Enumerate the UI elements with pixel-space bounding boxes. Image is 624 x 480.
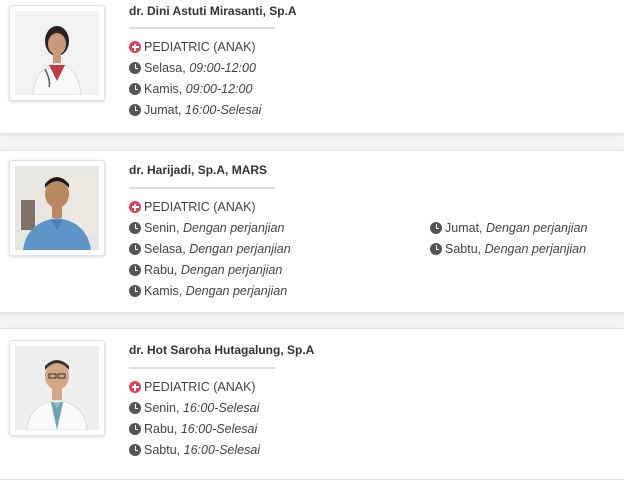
- schedule-item: Senin, 16:00-Selesai: [129, 401, 259, 415]
- schedule-time: Dengan perjanjian: [185, 284, 288, 298]
- specialty-label: PEDIATRIC (ANAK): [129, 380, 256, 394]
- schedule-time: 09:00-12:00: [189, 61, 256, 75]
- schedule-item: Sabtu, Dengan perjanjian: [430, 242, 586, 256]
- schedule-item: Sabtu, 16:00-Selesai: [129, 443, 260, 457]
- schedule-time: 16:00-Selesai: [185, 103, 262, 117]
- plus-circle-icon: [129, 381, 141, 393]
- schedule-day: Kamis,: [144, 82, 183, 96]
- schedule-day: Kamis,: [144, 284, 183, 298]
- name-divider: [129, 27, 275, 29]
- clock-icon: [129, 62, 141, 74]
- schedule-time: 16:00-Selesai: [183, 443, 261, 457]
- schedule-time: Dengan perjanjian: [484, 242, 587, 256]
- schedule-day: Rabu,: [144, 263, 178, 277]
- schedule-item: Rabu, 16:00-Selesai: [129, 422, 257, 436]
- name-divider: [129, 367, 275, 369]
- schedule-day: Senin,: [144, 221, 180, 235]
- plus-circle-icon: [129, 201, 141, 213]
- schedule-time: Dengan perjanjian: [180, 263, 283, 277]
- schedule-time: 16:00-Selesai: [182, 401, 260, 415]
- clock-icon: [430, 222, 442, 234]
- schedule-time: 16:00-Selesai: [180, 422, 258, 436]
- doctor-photo-frame: [9, 5, 105, 101]
- doctor-photo[interactable]: [15, 11, 99, 95]
- doctor-photo[interactable]: [15, 166, 99, 250]
- schedule-item: Selasa, Dengan perjanjian: [129, 242, 291, 256]
- schedule-item: Kamis, Dengan perjanjian: [129, 284, 287, 298]
- clock-icon: [129, 243, 141, 255]
- schedule-item: Selasa, 09:00-12:00: [129, 61, 256, 75]
- name-divider: [129, 187, 275, 189]
- doctor-card[interactable]: dr. Hot Saroha Hutagalung, Sp.A PEDIATRI…: [0, 328, 624, 480]
- schedule-day: Jumat,: [144, 103, 182, 117]
- schedule-item: Rabu, Dengan perjanjian: [129, 263, 282, 277]
- doctor-name[interactable]: dr. Harijadi, Sp.A, MARS: [129, 163, 267, 177]
- specialty-label: PEDIATRIC (ANAK): [129, 40, 256, 54]
- clock-icon: [129, 104, 141, 116]
- schedule-day: Selasa,: [144, 242, 186, 256]
- doctor-name[interactable]: dr. Dini Astuti Mirasanti, Sp.A: [129, 4, 297, 18]
- doctor-photo-frame: [9, 340, 105, 436]
- schedule-item: Jumat, 16:00-Selesai: [129, 103, 261, 117]
- doctor-card[interactable]: dr. Dini Astuti Mirasanti, Sp.A PEDIATRI…: [0, 0, 624, 134]
- schedule-item: Jumat, Dengan perjanjian: [430, 221, 587, 235]
- schedule-day: Jumat,: [445, 221, 483, 235]
- schedule-day: Sabtu,: [144, 443, 181, 457]
- clock-icon: [430, 243, 442, 255]
- clock-icon: [129, 423, 141, 435]
- clock-icon: [129, 285, 141, 297]
- clock-icon: [129, 444, 141, 456]
- schedule-day: Selasa,: [144, 61, 186, 75]
- schedule-time: Dengan perjanjian: [182, 221, 285, 235]
- doctor-photo-frame: [9, 160, 105, 256]
- schedule-day: Rabu,: [144, 422, 178, 436]
- schedule-time: Dengan perjanjian: [486, 221, 588, 235]
- doctor-name[interactable]: dr. Hot Saroha Hutagalung, Sp.A: [129, 343, 314, 357]
- schedule-item: Kamis, 09:00-12:00: [129, 82, 252, 96]
- schedule-day: Senin,: [144, 401, 180, 415]
- clock-icon: [129, 83, 141, 95]
- schedule-time: Dengan perjanjian: [189, 242, 291, 256]
- plus-circle-icon: [129, 41, 141, 53]
- specialty-label: PEDIATRIC (ANAK): [129, 200, 256, 214]
- specialty-text: PEDIATRIC (ANAK): [144, 200, 256, 214]
- specialty-text: PEDIATRIC (ANAK): [144, 40, 256, 54]
- clock-icon: [129, 264, 141, 276]
- schedule-day: Sabtu,: [445, 242, 482, 256]
- clock-icon: [129, 222, 141, 234]
- doctor-photo[interactable]: [15, 346, 99, 430]
- schedule-time: 09:00-12:00: [185, 82, 253, 96]
- clock-icon: [129, 402, 141, 414]
- doctor-card[interactable]: dr. Harijadi, Sp.A, MARS PEDIATRIC (ANAK…: [0, 150, 624, 313]
- schedule-item: Senin, Dengan perjanjian: [129, 221, 284, 235]
- specialty-text: PEDIATRIC (ANAK): [144, 380, 256, 394]
